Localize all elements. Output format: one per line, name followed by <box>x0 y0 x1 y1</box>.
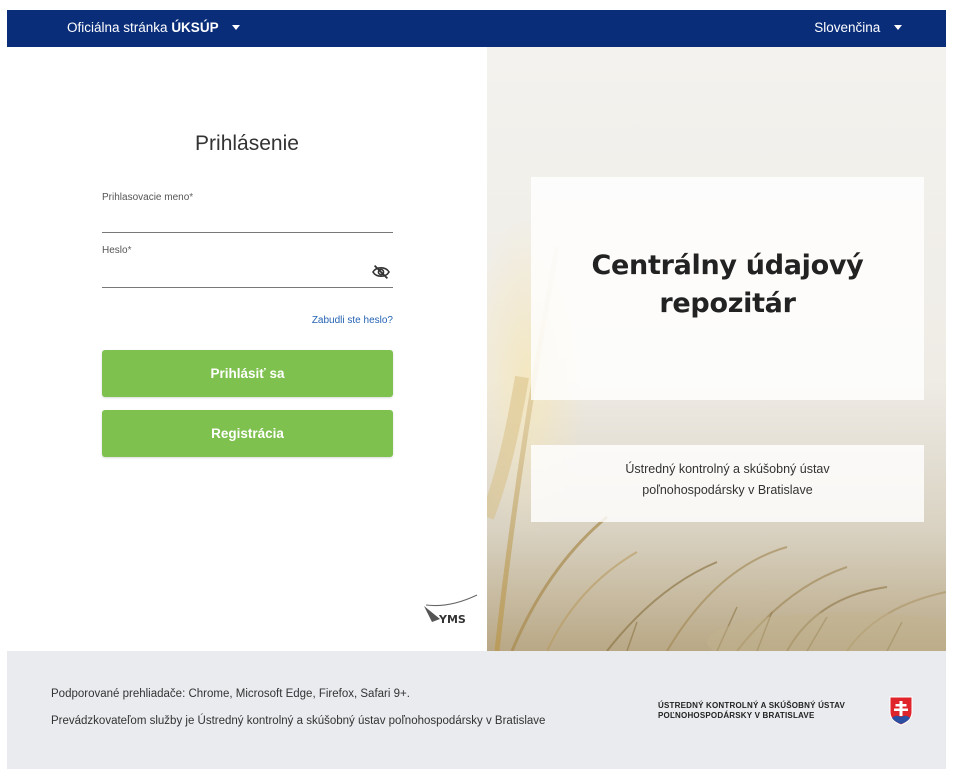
institution-name: Ústredný kontrolný a skúšobný ústav poľn… <box>625 462 830 497</box>
hero-panel: Centrálny údajový repozitár Ústredný kon… <box>487 47 946 651</box>
organization-logo-text: ÚSTREDNÝ KONTROLNÝ A SKÚŠOBNÝ ÚSTAV POĽN… <box>658 701 846 720</box>
subtitle-card: Ústredný kontrolný a skúšobný ústav poľn… <box>531 445 924 522</box>
svg-text:YMS: YMS <box>438 613 466 626</box>
register-button[interactable]: Registrácia <box>102 410 393 457</box>
forgot-password-link[interactable]: Zabudli ste heslo? <box>312 315 393 326</box>
official-site-prefix: Oficiálna stránka <box>67 20 168 35</box>
username-underline <box>102 232 393 233</box>
username-field[interactable]: Prihlasovacie meno* <box>102 192 393 234</box>
login-panel: Prihlásenie Prihlasovacie meno* Heslo* Z… <box>7 47 487 651</box>
top-bar: Oficiálna stránka ÚKSÚP Slovenčina <box>7 10 946 47</box>
footer: Podporované prehliadače: Chrome, Microso… <box>7 651 946 769</box>
supported-browsers-text: Podporované prehliadače: Chrome, Microso… <box>51 688 410 700</box>
official-site-brand: ÚKSÚP <box>171 20 219 35</box>
password-underline <box>102 287 393 288</box>
caret-down-icon <box>232 24 241 30</box>
username-label: Prihlasovacie meno* <box>102 192 194 203</box>
official-site-dropdown[interactable]: Oficiálna stránka ÚKSÚP <box>67 20 241 35</box>
app-title: Centrálny údajový repozitár <box>591 250 864 319</box>
eye-off-icon[interactable] <box>371 264 391 280</box>
password-label: Heslo* <box>102 245 132 256</box>
title-card: Centrálny údajový repozitár <box>531 177 924 400</box>
operator-text: Prevádzkovateľom služby je Ústredný kont… <box>51 715 546 727</box>
login-title: Prihlásenie <box>195 132 299 155</box>
language-label: Slovenčina <box>814 20 881 35</box>
login-button[interactable]: Prihlásiť sa <box>102 350 393 397</box>
yms-logo: YMS <box>424 594 478 626</box>
page: Oficiálna stránka ÚKSÚP Slovenčina Prihl… <box>0 0 956 769</box>
password-field[interactable]: Heslo* <box>102 245 393 290</box>
slovak-crest-icon <box>889 696 913 726</box>
caret-down-icon <box>894 24 902 30</box>
language-selector[interactable]: Slovenčina <box>814 20 902 35</box>
